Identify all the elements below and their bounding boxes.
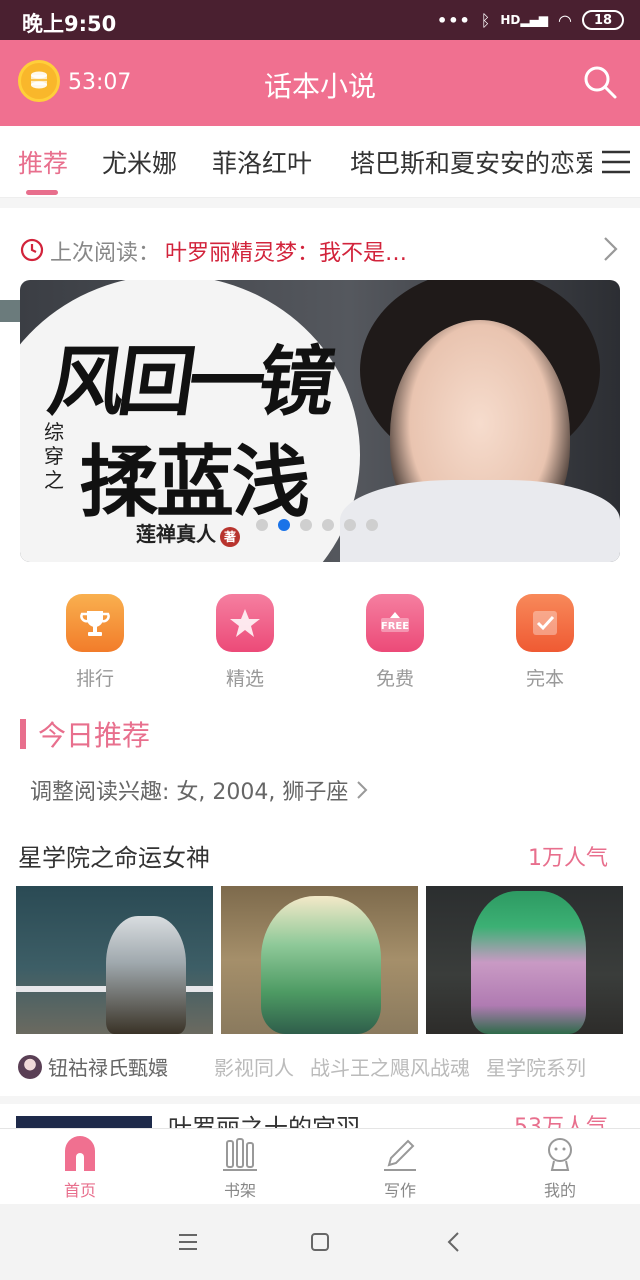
banner-seal: 著 bbox=[220, 527, 240, 547]
tab-feiluo[interactable]: 菲洛红叶 bbox=[212, 144, 312, 180]
bottom-navigation: 首页 书架 写作 我的 bbox=[0, 1128, 640, 1204]
nav-bookshelf[interactable]: 书架 bbox=[200, 1135, 280, 1201]
category-ranking[interactable]: 排行 bbox=[50, 590, 140, 691]
app-header: 53:07 话本小说 bbox=[0, 40, 640, 126]
book-meta: 钮祜禄氏甄嬛 影视同人 战斗王之飓风战魂 星学院系列 bbox=[18, 1052, 628, 1081]
system-navigation-bar bbox=[0, 1204, 640, 1280]
category-label: 完本 bbox=[525, 668, 564, 690]
book-thumbnail[interactable] bbox=[16, 886, 213, 1034]
free-badge-text: FREE bbox=[381, 621, 409, 632]
nav-home[interactable]: 首页 bbox=[40, 1135, 120, 1201]
last-read-book[interactable]: 叶罗丽精灵梦：我不是… bbox=[165, 235, 407, 267]
battery-icon: 18 bbox=[582, 10, 624, 30]
chevron-right-icon bbox=[357, 781, 368, 799]
profile-icon bbox=[548, 1138, 572, 1171]
book-tag[interactable]: 战斗王之飓风战魂 bbox=[310, 1052, 470, 1081]
system-menu-icon[interactable] bbox=[176, 1230, 200, 1254]
category-label: 排行 bbox=[75, 668, 114, 690]
book-popularity: 1万人气 bbox=[528, 846, 608, 871]
reading-interest-text: 调整阅读兴趣: 女, 2004, 狮子座 bbox=[30, 780, 349, 805]
carousel-dot[interactable] bbox=[300, 519, 312, 531]
banner-title-prefix: 综穿之 bbox=[44, 420, 64, 492]
section-accent-bar bbox=[20, 719, 26, 749]
app-title: 话本小说 bbox=[263, 70, 376, 103]
book-title[interactable]: 星学院之命运女神 bbox=[18, 838, 210, 873]
nav-label: 我的 bbox=[543, 1181, 576, 1200]
system-back-icon[interactable] bbox=[442, 1230, 466, 1254]
book-thumbnail[interactable] bbox=[426, 886, 623, 1034]
wifi-icon: ◠ bbox=[558, 10, 572, 30]
bluetooth-icon: ᛒ bbox=[480, 10, 491, 30]
banner-title-line2: 揉蓝浅 bbox=[80, 437, 310, 528]
next-book-popularity: 53万人气 bbox=[514, 1115, 608, 1128]
nav-label: 写作 bbox=[383, 1181, 416, 1200]
home-icon bbox=[65, 1136, 95, 1171]
carousel-dot[interactable] bbox=[344, 519, 356, 531]
book-author[interactable]: 钮祜禄氏甄嬛 bbox=[48, 1052, 168, 1081]
reading-interest-link[interactable]: 调整阅读兴趣: 女, 2004, 狮子座 bbox=[30, 774, 368, 806]
thumbnail-figure bbox=[106, 916, 186, 1034]
section-header: 今日推荐 bbox=[20, 714, 150, 754]
category-free[interactable]: FREE 免费 bbox=[350, 590, 440, 691]
menu-icon bbox=[602, 150, 630, 174]
status-icons: ••• ᛒ HD▂▄▆ ◠ 18 bbox=[437, 8, 624, 32]
carousel-dot[interactable] bbox=[366, 519, 378, 531]
tab-recommend[interactable]: 推荐 bbox=[18, 144, 68, 180]
system-home-icon[interactable] bbox=[308, 1230, 332, 1254]
thumbnail-figure bbox=[261, 896, 381, 1034]
banner-title-line1: 风回一镜 bbox=[42, 337, 336, 426]
status-time: 晚上9:50 bbox=[22, 12, 117, 36]
banner-image-coat bbox=[340, 480, 620, 562]
pen-icon bbox=[384, 1139, 416, 1171]
nav-write[interactable]: 写作 bbox=[360, 1135, 440, 1201]
signal-icon: HD▂▄▆ bbox=[500, 13, 549, 27]
category-label: 精选 bbox=[225, 668, 264, 690]
clock-icon bbox=[20, 238, 44, 262]
banner-author-name: 莲禅真人 bbox=[136, 522, 216, 546]
active-tab-indicator bbox=[26, 190, 58, 195]
section-title: 今日推荐 bbox=[38, 719, 151, 752]
tab-tabasi[interactable]: 塔巴斯和夏安安的恋爱 bbox=[350, 144, 600, 180]
author-avatar bbox=[18, 1054, 42, 1079]
category-shortcuts: 排行 精选 FREE 免费 完本 bbox=[0, 590, 640, 700]
tab-yumina[interactable]: 尤米娜 bbox=[102, 144, 177, 180]
category-completed[interactable]: 完本 bbox=[500, 590, 590, 691]
list-divider bbox=[0, 1096, 640, 1104]
trophy-icon bbox=[66, 594, 124, 652]
search-icon[interactable] bbox=[582, 64, 618, 100]
category-label: 免费 bbox=[375, 668, 414, 690]
book-thumbnails[interactable] bbox=[16, 886, 626, 1034]
category-selected[interactable]: 精选 bbox=[200, 590, 290, 691]
last-read-bar[interactable]: 上次阅读： 叶罗丽精灵梦：我不是… bbox=[0, 198, 640, 280]
status-bar: 晚上9:50 ••• ᛒ HD▂▄▆ ◠ 18 bbox=[0, 0, 640, 40]
free-icon: FREE bbox=[366, 594, 424, 652]
book-thumbnail[interactable] bbox=[221, 886, 418, 1034]
book-tag[interactable]: 影视同人 bbox=[214, 1052, 294, 1081]
nav-label: 书架 bbox=[223, 1181, 256, 1200]
battery-level: 18 bbox=[593, 12, 613, 28]
book-tag[interactable]: 星学院系列 bbox=[486, 1052, 586, 1081]
next-book-title[interactable]: 叶罗丽之十的宫羽 bbox=[168, 1112, 360, 1128]
check-icon bbox=[516, 594, 574, 652]
nav-label: 首页 bbox=[63, 1181, 96, 1200]
carousel-dot-active[interactable] bbox=[278, 519, 290, 531]
thumbnail-figure bbox=[471, 891, 586, 1034]
category-tabs: 推荐 尤米娜 菲洛红叶 塔巴斯和夏安安的恋爱 bbox=[0, 126, 640, 198]
banner-prev-peek bbox=[0, 300, 20, 322]
carousel-dot[interactable] bbox=[322, 519, 334, 531]
last-read-label: 上次阅读： bbox=[50, 241, 161, 266]
carousel-dot[interactable] bbox=[256, 519, 268, 531]
carousel-indicator bbox=[256, 519, 378, 531]
chevron-right-icon bbox=[604, 237, 618, 261]
tab-menu-button[interactable] bbox=[592, 126, 640, 197]
more-dots-icon: ••• bbox=[437, 10, 471, 30]
star-icon bbox=[216, 594, 274, 652]
nav-profile[interactable]: 我的 bbox=[520, 1135, 600, 1201]
network-type: HD bbox=[500, 13, 521, 27]
banner-author: 莲禅真人著 bbox=[136, 518, 240, 547]
bookshelf-icon bbox=[223, 1138, 257, 1171]
